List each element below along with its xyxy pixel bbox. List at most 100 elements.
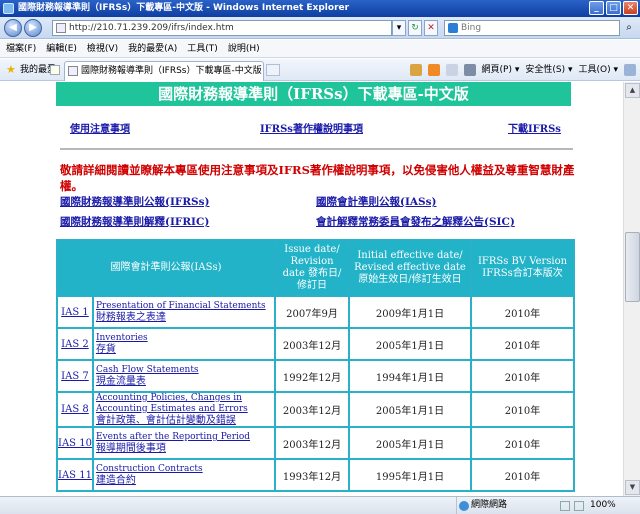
window-controls: _ □ ✕ [589, 1, 638, 15]
menu-tools[interactable]: 工具(T) [187, 40, 218, 57]
link-iass[interactable]: 國際會計準則公報(IASs) [316, 194, 437, 209]
link-ifric[interactable]: 國際財務報導準則解釋(IFRIC) [60, 214, 209, 229]
menu-favorites[interactable]: 我的最愛(A) [128, 40, 177, 57]
back-button[interactable]: ◀ [4, 19, 22, 37]
bing-icon [448, 23, 458, 33]
page-banner: 國際財務報導準則（IFRSs）下載專區-中文版 [56, 82, 571, 106]
link-download[interactable]: 下載IFRSs [508, 120, 561, 135]
search-placeholder: Bing [461, 23, 482, 33]
ias-code-cell: IAS 1 [58, 297, 92, 327]
tab-title: 國際財務報導準則（IFRSs）下載專區-中文版 [81, 66, 262, 76]
stop-button[interactable]: ✕ [424, 20, 438, 36]
add-favorite-icon[interactable] [50, 65, 60, 75]
version-cell: 2010年 [472, 329, 573, 359]
ias-title-cell: Presentation of Financial Statements 財務報表… [93, 297, 274, 327]
ias-title-link[interactable]: Events after the Reporting Period 報導期間後事項 [96, 432, 274, 454]
menu-file[interactable]: 檔案(F) [6, 40, 36, 57]
print-icon[interactable] [463, 64, 476, 76]
search-input[interactable]: Bing [444, 20, 620, 36]
minimize-button[interactable]: _ [589, 1, 604, 15]
menu-bar: 檔案(F) 編輯(E) 檢視(V) 我的最愛(A) 工具(T) 說明(H) [0, 40, 640, 58]
window-title: 國際財務報導準則（IFRSs）下載專區-中文版 - Windows Intern… [18, 3, 350, 13]
refresh-button[interactable]: ↻ [408, 20, 422, 36]
scroll-thumb[interactable] [625, 232, 640, 302]
favorites-star-icon[interactable]: ★ [6, 64, 16, 75]
link-usage-notes[interactable]: 使用注意事項 [70, 120, 130, 135]
vertical-scrollbar[interactable]: ▲ ▼ [623, 82, 640, 496]
mail-icon[interactable] [445, 64, 458, 76]
protected-mode-icon[interactable] [560, 501, 570, 511]
scroll-down-icon[interactable]: ▼ [625, 480, 640, 495]
help-icon[interactable] [624, 64, 636, 76]
ias-title-cell: Cash Flow Statements 現金流量表 [93, 361, 274, 391]
link-copyright[interactable]: IFRSs著作權說明事項 [260, 120, 363, 135]
table-row: IAS 10 Events after the Reporting Period 報… [58, 428, 573, 458]
table-body: IAS 1 Presentation of Financial Statement… [58, 297, 573, 490]
ias-title-cell: Inventories 存貨 [93, 329, 274, 359]
close-button[interactable]: ✕ [623, 1, 638, 15]
ias-code-link[interactable]: IAS 11 [58, 470, 92, 481]
ias-code-link[interactable]: IAS 2 [61, 339, 89, 350]
ias-code-cell: IAS 7 [58, 361, 92, 391]
table-row: IAS 7 Cash Flow Statements 現金流量表 1992年12月 19… [58, 361, 573, 391]
ias-title-link[interactable]: Cash Flow Statements 現金流量表 [96, 365, 274, 387]
ias-code-link[interactable]: IAS 10 [58, 438, 92, 449]
ias-title-en: Construction Contracts [95, 464, 203, 474]
link-ifrss[interactable]: 國際財務報導準則公報(IFRSs) [60, 194, 210, 209]
url-text: http://210.71.239.209/ifrs/index.htm [69, 23, 234, 33]
address-dropdown-button[interactable]: ▾ [392, 20, 406, 36]
feeds-icon[interactable] [427, 64, 440, 76]
ias-code-link[interactable]: IAS 8 [61, 404, 89, 415]
zoom-control-icon[interactable] [574, 501, 584, 511]
menu-edit[interactable]: 編輯(E) [46, 40, 77, 57]
browser-tab[interactable]: 國際財務報導準則（IFRSs）下載專區-中文版 [64, 61, 264, 81]
cmd-tools[interactable]: 工具(O) ▾ [579, 59, 619, 81]
issue-date-cell: 2003年12月 [276, 329, 348, 359]
effective-date-cell: 1994年1月1日 [350, 361, 470, 391]
issue-date-cell: 2007年9月 [276, 297, 348, 327]
ias-title-zh: 會計政策、會計估計變動及錯誤 [95, 415, 236, 426]
status-bar: 網際網路 100% [0, 496, 640, 514]
ias-title-link[interactable]: Inventories 存貨 [96, 333, 274, 355]
version-cell: 2010年 [472, 393, 573, 426]
ias-title-en: Inventories [95, 333, 148, 343]
cmd-safety[interactable]: 安全性(S) ▾ [525, 59, 572, 81]
ias-code-link[interactable]: IAS 7 [61, 371, 89, 382]
link-sic[interactable]: 會計解釋常務委員會發布之解釋公告(SIC) [316, 214, 515, 229]
search-go-icon[interactable]: ⌕ [622, 21, 636, 35]
ias-title-link[interactable]: Presentation of Financial Statements 財務報表… [96, 301, 274, 323]
version-cell: 2010年 [472, 460, 573, 490]
url-input[interactable]: http://210.71.239.209/ifrs/index.htm [52, 20, 392, 36]
forward-button[interactable]: ▶ [24, 19, 42, 37]
table-header-row: 國際會計準則公報(IASs) Issue date/ Revision date… [58, 241, 573, 295]
new-tab-button[interactable] [266, 64, 280, 76]
notice-text: 敬請詳細閱讀並瞭解本專區使用注意事項及IFRS著作權說明事項，以免侵害他人權益及… [60, 163, 575, 193]
menu-view[interactable]: 檢視(V) [87, 40, 118, 57]
issue-date-cell: 2003年12月 [276, 393, 348, 426]
home-icon[interactable] [409, 64, 422, 76]
header-issue-date: Issue date/ Revision date 發布日/修訂日 [276, 241, 348, 295]
version-cell: 2010年 [472, 297, 573, 327]
ias-title-zh: 存貨 [95, 344, 116, 355]
table-row: IAS 1 Presentation of Financial Statement… [58, 297, 573, 327]
effective-date-cell: 2005年1月1日 [350, 329, 470, 359]
header-version: IFRSs BV Version IFRSs合訂本版次 [472, 241, 573, 295]
ias-title-zh: 財務報表之表達 [95, 312, 166, 323]
menu-help[interactable]: 說明(H) [228, 40, 260, 57]
scroll-up-icon[interactable]: ▲ [625, 83, 640, 98]
header-effective-date: Initial effective date/ Revised effectiv… [350, 241, 470, 295]
top-links: 使用注意事項 IFRSs著作權說明事項 下載IFRSs [68, 120, 563, 136]
ias-title-link[interactable]: Construction Contracts 建造合約 [96, 464, 274, 486]
ias-code-cell: IAS 11 [58, 460, 92, 490]
ias-title-cell: Accounting Policies, Changes in Accounti… [93, 393, 274, 426]
cmd-page[interactable]: 網頁(P) ▾ [482, 59, 520, 81]
ias-code-cell: IAS 8 [58, 393, 92, 426]
zoom-level[interactable]: 100% [590, 497, 616, 514]
ias-code-link[interactable]: IAS 1 [61, 307, 89, 318]
ias-title-zh: 現金流量表 [95, 376, 146, 387]
maximize-button[interactable]: □ [606, 1, 621, 15]
ias-title-zh: 報導期間後事項 [95, 443, 166, 454]
ias-title-link[interactable]: Accounting Policies, Changes in Accounti… [96, 393, 274, 426]
effective-date-cell: 2009年1月1日 [350, 297, 470, 327]
ias-title-en: Accounting Policies, Changes in Accounti… [95, 393, 248, 414]
